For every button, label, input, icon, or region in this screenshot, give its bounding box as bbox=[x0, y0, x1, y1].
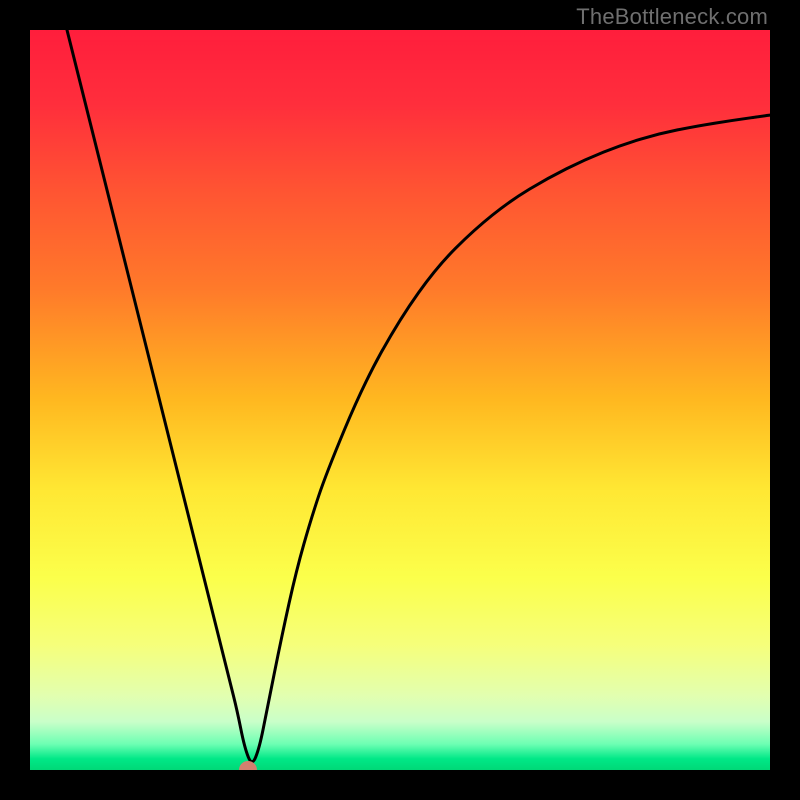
plot-area bbox=[30, 30, 770, 770]
watermark-label: TheBottleneck.com bbox=[576, 4, 768, 30]
chart-frame: TheBottleneck.com bbox=[0, 0, 800, 800]
curve-layer bbox=[30, 30, 770, 770]
bottleneck-curve bbox=[67, 30, 770, 762]
